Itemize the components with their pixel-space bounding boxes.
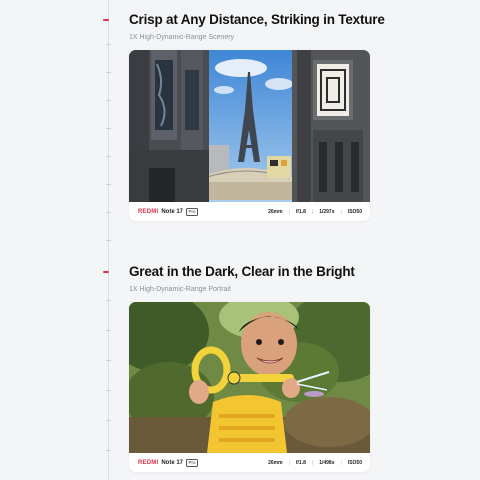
eiffel-tower-photo — [129, 50, 370, 202]
brand-logo: REDMI — [138, 459, 159, 466]
focal-length: 26mm — [268, 459, 283, 466]
spec-separator: | — [340, 208, 342, 215]
timeline-tick — [106, 420, 111, 421]
section-scenery: Crisp at Any Distance, Striking in Textu… — [129, 12, 385, 41]
timeline-tick — [106, 450, 111, 451]
sample-photo-card[interactable]: REDMI Note 17 Pro 26mm | f/1.8 | 1/498s | I… — [129, 302, 370, 472]
shutter-speed: 1/498s — [319, 459, 335, 466]
model-badge: Pro — [186, 458, 199, 467]
spec-separator: | — [311, 459, 314, 466]
shutter-speed: 1/297s — [319, 208, 335, 215]
photo-caption: REDMI Note 17 Pro 26mm | f/1.8 | 1/498s | I… — [129, 453, 370, 472]
focal-length: 26mm — [268, 208, 283, 215]
brand-label: REDMI Note 17 Pro — [138, 207, 199, 216]
timeline-tick — [106, 44, 111, 45]
aperture: f/1.8 — [295, 459, 306, 466]
timeline-tick — [106, 390, 111, 391]
timeline-tick — [106, 184, 111, 185]
iso: ISO50 — [347, 208, 362, 215]
camera-specs: 26mm | f/1.8 | 1/498s | ISO50 — [268, 460, 362, 466]
section-portrait: Great in the Dark, Clear in the Bright 1… — [129, 264, 370, 293]
timeline-tick — [106, 212, 111, 213]
section-subtitle: 1X High-Dynamic-Range Scenery — [129, 34, 235, 41]
timeline-marker — [103, 19, 109, 21]
timeline-tick — [106, 240, 111, 241]
section-title: Crisp at Any Distance, Striking in Textu… — [129, 12, 385, 27]
photo-caption: REDMI Note 17 Pro 26mm | f/1.8 | 1/297s | I… — [129, 202, 370, 221]
camera-specs: 26mm | f/1.8 | 1/297s | ISO50 — [268, 209, 362, 215]
timeline-tick — [106, 100, 111, 101]
timeline-tick — [106, 156, 111, 157]
device-model: Note 17 — [161, 208, 184, 215]
timeline-tick — [106, 72, 111, 73]
timeline-marker — [103, 271, 109, 273]
section-subtitle: 1X High-Dynamic-Range Portrait — [129, 286, 231, 293]
spec-separator: | — [311, 208, 314, 215]
device-model: Note 17 — [161, 459, 184, 466]
spec-separator: | — [340, 459, 342, 466]
timeline-tick — [106, 330, 111, 331]
iso: ISO50 — [347, 459, 362, 466]
spec-separator: | — [288, 208, 290, 215]
aperture: f/1.8 — [295, 208, 306, 215]
brand-label: REDMI Note 17 Pro — [138, 458, 199, 467]
timeline-tick — [106, 128, 111, 129]
child-portrait-photo — [129, 302, 370, 453]
timeline-tick — [106, 360, 111, 361]
section-title: Great in the Dark, Clear in the Bright — [129, 264, 355, 279]
timeline-tick — [106, 300, 111, 301]
brand-logo: REDMI — [138, 208, 159, 215]
sample-photo-card[interactable]: REDMI Note 17 Pro 26mm | f/1.8 | 1/297s | I… — [129, 50, 370, 221]
model-badge: Pro — [186, 207, 199, 216]
spec-separator: | — [288, 459, 290, 466]
